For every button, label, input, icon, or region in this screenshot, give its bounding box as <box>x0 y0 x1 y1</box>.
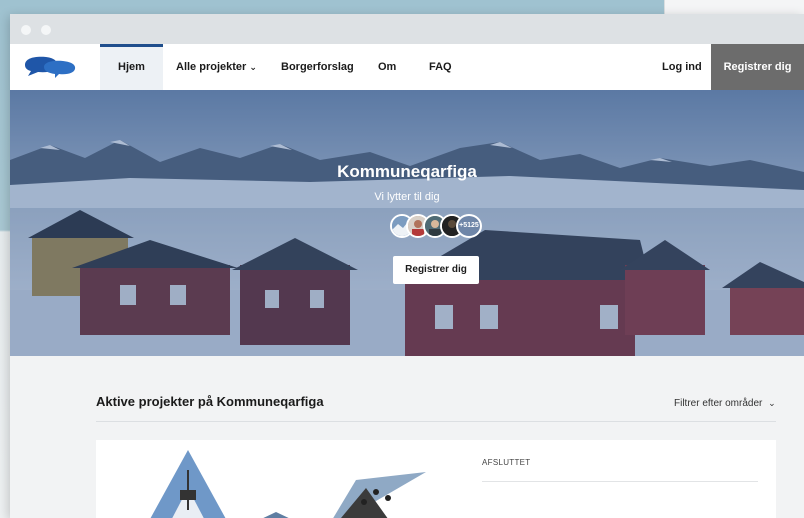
area-filter-dropdown[interactable]: Filtrer efter områder ⌄ <box>674 398 776 409</box>
project-status-badge: AFSLUTTET <box>482 458 531 467</box>
window-titlebar <box>10 14 804 44</box>
nav-item-about[interactable]: Om <box>360 44 414 90</box>
hero-title: Kommuneqarfiga <box>337 162 477 181</box>
section-divider <box>96 421 776 422</box>
top-navigation: Hjem Alle projekter ⌄ Borgerforslag Om FA… <box>10 44 804 90</box>
card-divider <box>482 481 758 482</box>
chevron-down-icon: ⌄ <box>249 62 257 72</box>
hero-banner: Kommuneqarfiga Vi lytter til dig +5125 R… <box>10 90 804 356</box>
browser-window: Hjem Alle projekter ⌄ Borgerforslag Om FA… <box>10 14 804 518</box>
project-image-collage <box>150 450 426 518</box>
login-link[interactable]: Log ind <box>644 44 720 90</box>
projects-section-title: Aktive projekter på Kommuneqarfiga <box>96 394 324 409</box>
window-control-minimize[interactable] <box>41 25 51 35</box>
login-label: Log ind <box>662 61 702 73</box>
nav-item-all-projects[interactable]: Alle projekter ⌄ <box>158 44 275 90</box>
filter-label: Filtrer efter områder <box>674 398 763 409</box>
background-card <box>664 0 804 14</box>
nav-item-label: Hjem <box>118 61 145 73</box>
nav-item-label: Alle projekter <box>176 61 247 73</box>
site-logo[interactable] <box>22 53 78 81</box>
project-card[interactable]: AFSLUTTET <box>96 440 776 518</box>
chevron-down-icon: ⌄ <box>768 398 776 408</box>
hero-subtitle: Vi lytter til dig <box>374 191 440 203</box>
window-control-close[interactable] <box>21 25 31 35</box>
register-button[interactable]: Registrer dig <box>711 44 804 90</box>
participants-more-count: +5125 <box>456 214 482 238</box>
nav-item-label: Om <box>378 61 397 73</box>
speech-bubbles-logo-icon <box>25 56 76 78</box>
nav-item-home[interactable]: Hjem <box>100 44 163 90</box>
hero-register-button[interactable]: Registrer dig <box>393 256 479 284</box>
nav-item-label: Borgerforslag <box>281 61 354 73</box>
nav-item-citizen-proposals[interactable]: Borgerforslag <box>263 44 372 90</box>
participant-avatars: +5125 <box>390 214 484 240</box>
nav-item-faq[interactable]: FAQ <box>411 44 470 90</box>
nav-item-label: FAQ <box>429 61 452 73</box>
